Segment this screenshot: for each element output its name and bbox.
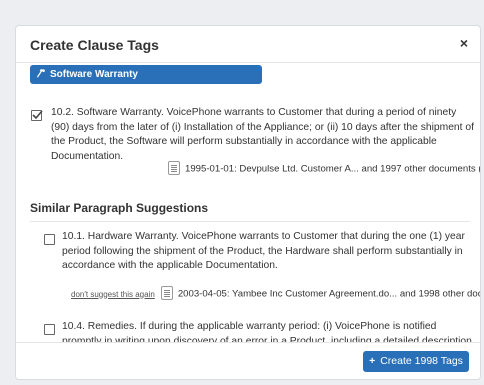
dont-suggest-link[interactable]: don't suggest this again <box>71 290 155 299</box>
selected-clause-checkbox[interactable] <box>31 110 43 121</box>
create-tags-label: Create 1998 Tags <box>380 355 463 367</box>
document-icon <box>160 286 173 300</box>
suggestion-checkbox[interactable] <box>44 324 55 335</box>
create-tags-button[interactable]: + Create 1998 Tags <box>363 351 469 372</box>
suggestion-text: 10.1. Hardware Warranty. VoicePhone warr… <box>62 231 465 271</box>
dialog-header: Create Clause Tags × <box>16 26 480 63</box>
plus-icon: + <box>369 355 376 367</box>
documents-link[interactable]: 1995-01-01: Devpulse Ltd. Customer A... … <box>185 164 480 175</box>
selected-clause-documents: 1995-01-01: Devpulse Ltd. Customer A... … <box>168 161 480 177</box>
dialog-title: Create Clause Tags <box>30 37 159 53</box>
suggestion-checkbox[interactable] <box>44 234 55 245</box>
create-clause-tags-dialog: Create Clause Tags × Software Warranty 1… <box>15 25 481 380</box>
selected-clause-text: 10.2. Software Warranty. VoicePhone warr… <box>51 107 474 162</box>
document-icon <box>168 161 180 175</box>
tag-label: Software Warranty <box>50 69 138 80</box>
suggestion-documents: don't suggest this again 2003-04-05: Yamb… <box>71 286 480 302</box>
tag-software-warranty[interactable]: Software Warranty <box>30 65 262 84</box>
hammer-icon <box>36 69 46 78</box>
documents-link[interactable]: 2003-04-05: Yambee Inc Customer Agreemen… <box>178 289 480 300</box>
dialog-footer: + Create 1998 Tags <box>16 342 480 379</box>
checkmark-icon <box>32 110 43 120</box>
close-button[interactable]: × <box>460 35 468 51</box>
suggestions-heading: Similar Paragraph Suggestions <box>30 201 470 222</box>
